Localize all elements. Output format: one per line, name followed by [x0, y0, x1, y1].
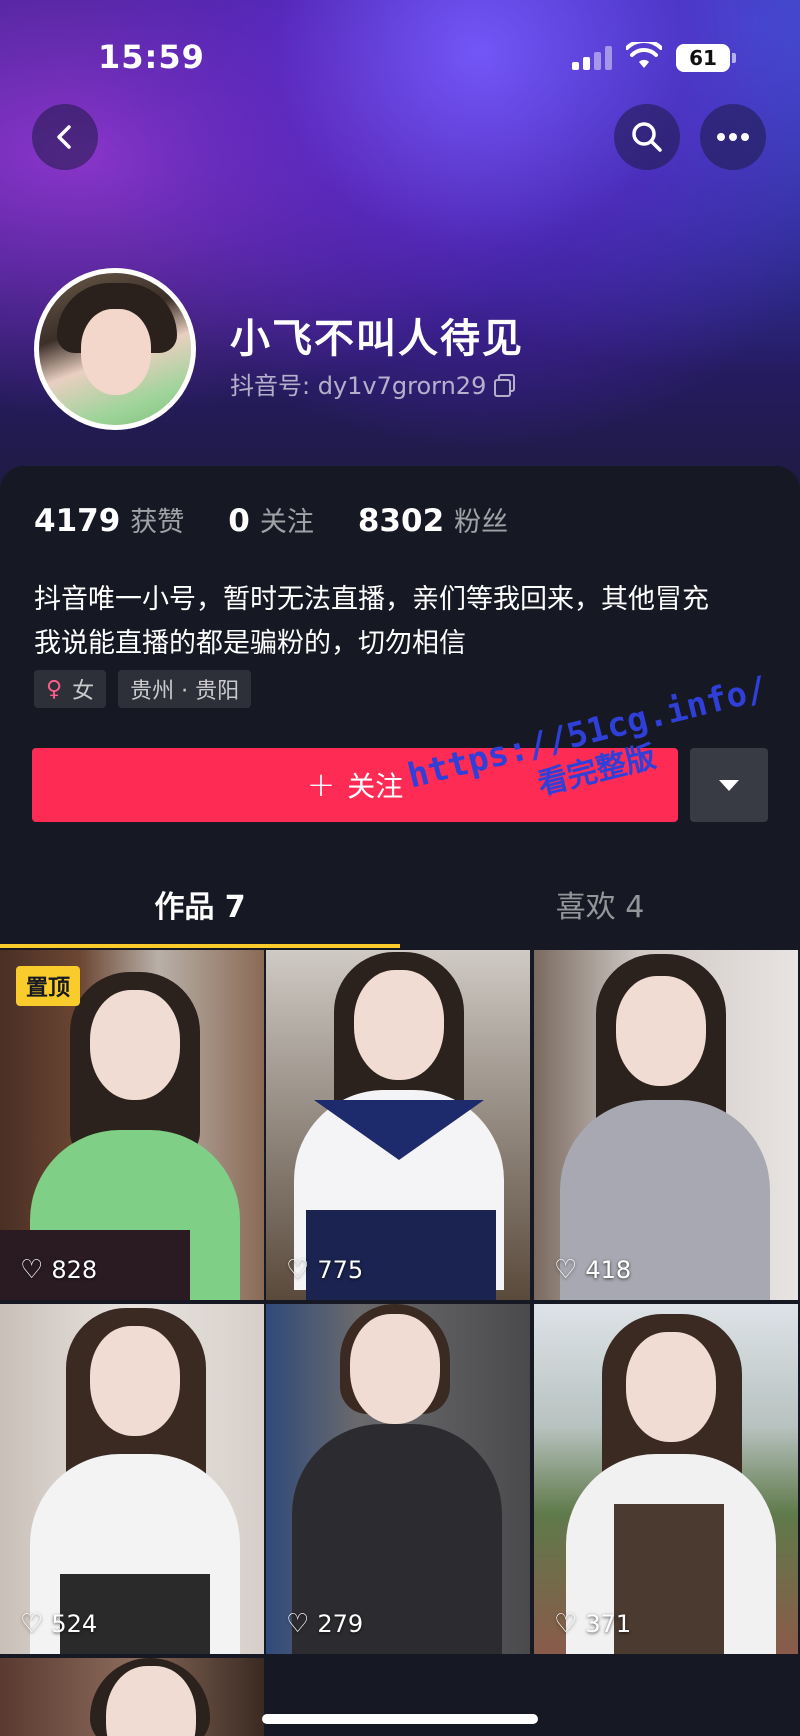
plus-icon: + [306, 765, 336, 805]
gender-label: 女 [72, 679, 95, 704]
stat-following[interactable]: 0 关注 [228, 500, 314, 539]
active-tab-indicator [0, 944, 400, 948]
video-like-count: ♡ 279 [286, 1610, 363, 1638]
video-like-count: ♡ 371 [554, 1610, 631, 1638]
video-like-count: ♡ 828 [20, 1256, 97, 1284]
profile-bio: 抖音唯一小号，暂时无法直播，亲们等我回来，其他冒充 我说能直播的都是骗粉的，切勿… [34, 578, 774, 666]
video-thumbnail[interactable]: ♡ 418 [534, 950, 798, 1300]
video-like-count: ♡ 775 [286, 1256, 363, 1284]
female-icon: ♀ [46, 676, 63, 702]
video-grid: 置顶 ♡ 828 ♡ 775 ♡ 418 ♡ 524 ♡ 279 ♡ 371 [0, 950, 800, 1736]
more-options-button[interactable] [700, 104, 766, 170]
stat-likes-value: 4179 [34, 503, 121, 539]
profile-stats: 4179 获赞 0 关注 8302 粉丝 [34, 500, 552, 539]
like-count-text: 279 [317, 1610, 364, 1638]
stat-following-label: 关注 [259, 507, 314, 538]
video-thumbnail[interactable]: ♡ 279 [266, 1304, 530, 1654]
stat-likes-label: 获赞 [130, 507, 185, 538]
status-time: 15:59 [98, 38, 205, 76]
like-count-text: 371 [585, 1610, 632, 1638]
profile-nickname: 小飞不叫人待见 [230, 316, 524, 362]
gender-tag: ♀ 女 [34, 670, 107, 708]
recommend-dropdown-button[interactable] [690, 748, 768, 822]
like-count-text: 828 [51, 1256, 98, 1284]
bio-line: 抖音唯一小号，暂时无法直播，亲们等我回来，其他冒充 [34, 584, 709, 615]
stat-followers[interactable]: 8302 粉丝 [358, 500, 508, 539]
wifi-icon [626, 42, 662, 68]
battery-indicator: 61 [676, 44, 736, 72]
like-count-text: 418 [585, 1256, 632, 1284]
heart-icon: ♡ [554, 1255, 578, 1285]
heart-icon: ♡ [286, 1609, 310, 1639]
video-like-count: ♡ 418 [554, 1256, 631, 1284]
heart-icon: ♡ [20, 1609, 44, 1639]
stat-following-value: 0 [228, 503, 250, 539]
douyin-id-text: 抖音号: dy1v7grorn29 [230, 372, 487, 400]
video-thumbnail[interactable]: ♡ 775 [266, 950, 530, 1300]
tab-works[interactable]: 作品 7 [0, 868, 400, 948]
bio-line: 我说能直播的都是骗粉的，切勿相信 [34, 628, 466, 659]
video-thumbnail[interactable] [0, 1658, 264, 1736]
content-tabs: 作品 7 喜欢 4 [0, 868, 800, 948]
stat-followers-label: 粉丝 [454, 507, 509, 538]
tab-likes[interactable]: 喜欢 4 [400, 868, 800, 948]
profile-tags: ♀ 女 贵州 · 贵阳 [34, 670, 252, 708]
avatar[interactable] [34, 268, 196, 430]
back-button[interactable] [32, 104, 98, 170]
douyin-id-row[interactable]: 抖音号: dy1v7grorn29 [230, 366, 516, 401]
home-indicator [262, 1714, 538, 1724]
heart-icon: ♡ [20, 1255, 44, 1285]
cellular-signal-icon [572, 46, 616, 70]
video-thumbnail[interactable]: ♡ 371 [534, 1304, 798, 1654]
chevron-left-icon [57, 125, 71, 149]
video-thumbnail[interactable]: 置顶 ♡ 828 [0, 950, 264, 1300]
like-count-text: 524 [51, 1610, 98, 1638]
heart-icon: ♡ [286, 1255, 310, 1285]
search-button[interactable] [614, 104, 680, 170]
video-like-count: ♡ 524 [20, 1610, 97, 1638]
like-count-text: 775 [317, 1256, 364, 1284]
follow-button[interactable]: + 关注 [32, 748, 678, 822]
status-bar: 15:59 61 [0, 0, 800, 110]
triangle-down-icon [719, 779, 739, 791]
follow-label: 关注 [347, 770, 404, 803]
video-thumbnail[interactable]: ♡ 524 [0, 1304, 264, 1654]
location-label: 贵州 · 贵阳 [130, 679, 240, 704]
search-icon [632, 122, 662, 152]
location-tag: 贵州 · 贵阳 [118, 670, 252, 708]
more-dots-icon [717, 133, 749, 141]
pinned-badge: 置顶 [16, 966, 81, 1006]
copy-icon[interactable] [494, 373, 516, 397]
heart-icon: ♡ [554, 1609, 578, 1639]
stat-followers-value: 8302 [357, 503, 445, 539]
stat-likes[interactable]: 4179 获赞 [34, 500, 184, 539]
